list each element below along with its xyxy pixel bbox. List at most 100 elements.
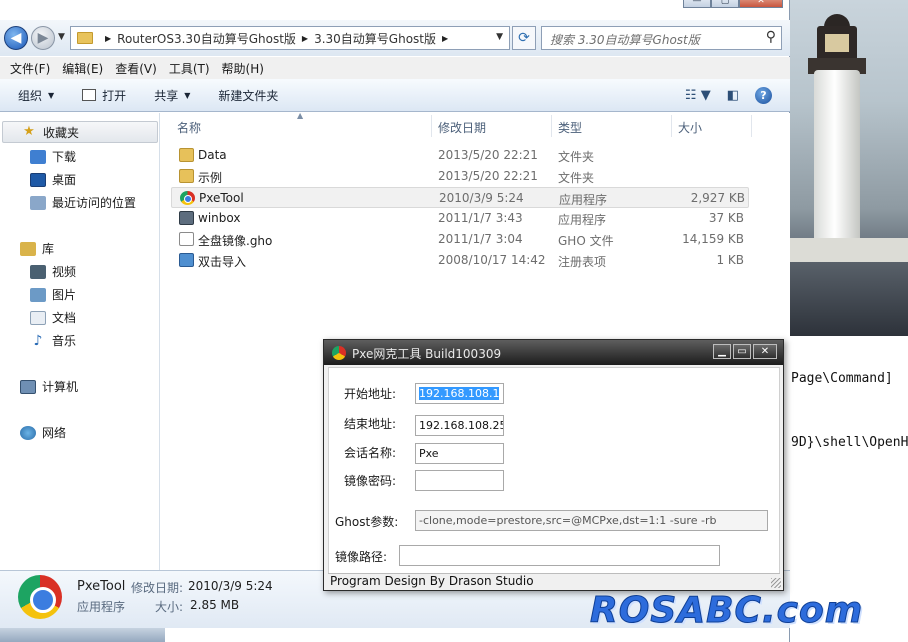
breadcrumb-item[interactable]: RouterOS3.30自动算号Ghost版 (117, 30, 296, 47)
nav-label: 文档 (52, 311, 77, 325)
details-date-label: 修改日期: (131, 581, 184, 595)
menu-edit[interactable]: 编辑(E) (56, 60, 109, 77)
start-address-label: 开始地址: (344, 387, 397, 401)
file-type: 应用程序 (559, 193, 608, 207)
file-row-data[interactable]: Data 2013/5/20 22:21 文件夹 (171, 145, 749, 166)
end-address-field[interactable]: 192.168.108.254 (415, 415, 504, 436)
image-password-field[interactable] (415, 470, 504, 491)
menu-help[interactable]: 帮助(H) (216, 60, 270, 77)
pxe-close-button[interactable]: ✕ (753, 344, 777, 359)
menu-view[interactable]: 查看(V) (109, 60, 163, 77)
pxe-form: 开始地址: 192.168.108.1 结束地址: 192.168.108.25… (328, 367, 780, 574)
nav-label: 视频 (52, 265, 77, 279)
nav-pictures[interactable]: 图片 (30, 286, 76, 303)
nav-documents[interactable]: 文档 (30, 309, 76, 326)
help-icon[interactable]: ? (755, 87, 772, 104)
nav-network[interactable]: 网络 (20, 424, 66, 441)
file-date: 2011/1/7 3:43 (438, 211, 523, 225)
nav-recent-places[interactable]: 最近访问的位置 (30, 194, 136, 211)
end-address-value: 192.168.108.254 (419, 419, 503, 432)
close-button[interactable]: ✕ (739, 0, 783, 8)
nav-videos[interactable]: 视频 (30, 263, 76, 280)
pxe-status-text: Program Design By Drason Studio (330, 574, 534, 588)
column-divider[interactable] (551, 115, 552, 137)
column-header-type[interactable]: 类型 (558, 119, 582, 136)
file-type: 文件夹 (558, 150, 595, 164)
column-divider[interactable] (671, 115, 672, 137)
chrome-icon (18, 575, 62, 619)
breadcrumb-chevron-icon[interactable]: ▶ (442, 34, 448, 43)
column-headers: ▲ 名称 修改日期 类型 大小 (161, 111, 790, 139)
file-row-registry[interactable]: 双击导入 2008/10/17 14:42 注册表项 1 KB (171, 250, 749, 271)
lighthouse-lamp (817, 26, 857, 58)
search-icon[interactable]: ⚲ (766, 29, 776, 45)
image-path-field[interactable] (399, 545, 720, 566)
address-dropdown-icon[interactable]: ▼ (496, 32, 503, 42)
documents-icon (30, 310, 46, 325)
menu-bar: 文件(F) 编辑(E) 查看(V) 工具(T) 帮助(H) (0, 57, 790, 79)
file-size: 1 KB (716, 253, 744, 267)
session-name-field[interactable]: Pxe (415, 443, 504, 464)
open-label: 打开 (102, 88, 127, 103)
pxe-maximize-button[interactable]: ▭ (733, 344, 751, 359)
breadcrumb-chevron-icon[interactable]: ▶ (105, 34, 111, 43)
details-size-value: 2.85 MB (190, 598, 240, 612)
file-type: GHO 文件 (558, 234, 614, 248)
image-password-label: 镜像密码: (344, 474, 397, 488)
recent-pages-dropdown-icon[interactable]: ▼ (58, 32, 65, 42)
recent-places-icon (30, 195, 46, 210)
console-line: 9D}\shell\OpenH (791, 435, 908, 450)
column-header-size[interactable]: 大小 (678, 119, 702, 136)
nav-downloads[interactable]: 下载 (30, 148, 76, 165)
forward-button[interactable]: ▶ (31, 26, 55, 50)
file-row-pxetool[interactable]: PxeTool 2010/3/9 5:24 应用程序 2,927 KB (171, 187, 749, 208)
pxe-minimize-button[interactable]: ▁ (713, 344, 731, 359)
file-row-winbox[interactable]: winbox 2011/1/7 3:43 应用程序 37 KB (171, 208, 749, 229)
new-folder-button[interactable]: 新建文件夹 (218, 87, 278, 104)
open-button[interactable]: 打开 (82, 87, 126, 104)
resize-grip-icon[interactable] (771, 578, 781, 588)
console-line: Page\Command] (791, 371, 893, 386)
column-header-name[interactable]: 名称 (177, 119, 201, 136)
organize-button[interactable]: 组织 ▼ (18, 87, 54, 104)
file-row-gho[interactable]: 全盘镜像.gho 2011/1/7 3:04 GHO 文件 14,159 KB (171, 229, 749, 250)
desktop-icon (30, 172, 46, 187)
breadcrumb-chevron-icon[interactable]: ▶ (302, 34, 308, 43)
preview-pane-icon[interactable]: ◧ (727, 88, 739, 103)
organize-label: 组织 (18, 88, 43, 103)
column-header-date[interactable]: 修改日期 (438, 119, 486, 136)
breadcrumb-item[interactable]: 3.30自动算号Ghost版 (314, 30, 436, 47)
nav-favorites[interactable]: ★ 收藏夹 (2, 121, 158, 143)
minimize-button[interactable]: — (683, 0, 711, 8)
details-size-label: 大小: (155, 600, 184, 614)
file-date: 2008/10/17 14:42 (438, 253, 546, 267)
pxe-title-bar[interactable]: Pxe网克工具 Build100309 ▁ ▭ ✕ (324, 340, 783, 365)
nav-desktop[interactable]: 桌面 (30, 171, 76, 188)
change-view-icon[interactable]: ☷ ▼ (685, 88, 711, 103)
share-button[interactable]: 共享 ▼ (154, 87, 190, 104)
menu-tools[interactable]: 工具(T) (163, 60, 216, 77)
file-row-examples[interactable]: 示例 2013/5/20 22:21 文件夹 (171, 166, 749, 187)
details-type: 应用程序 (77, 600, 126, 614)
menu-file[interactable]: 文件(F) (4, 60, 56, 77)
search-input[interactable]: 搜索 3.30自动算号Ghost版 ⚲ (541, 26, 782, 50)
folder-icon (77, 32, 93, 44)
folder-icon (179, 169, 194, 183)
chrome-icon (332, 346, 346, 360)
chrome-icon (180, 191, 195, 205)
nav-computer[interactable]: 计算机 (20, 378, 78, 395)
maximize-button[interactable]: ▢ (711, 0, 739, 8)
start-address-field[interactable]: 192.168.108.1 (415, 383, 504, 404)
address-path-box[interactable]: ▶ RouterOS3.30自动算号Ghost版 ▶ 3.30自动算号Ghost… (70, 26, 510, 50)
column-divider[interactable] (431, 115, 432, 137)
back-button[interactable]: ◀ (4, 26, 28, 50)
nav-music[interactable]: ♪ 音乐 (30, 332, 76, 349)
column-divider[interactable] (751, 115, 752, 137)
search-placeholder: 搜索 3.30自动算号Ghost版 (550, 33, 700, 47)
background-console-window: Page\Command] 9D}\shell\OpenH (786, 336, 908, 626)
ghost-params-field[interactable]: -clone,mode=prestore,src=@MCPxe,dst=1:1 … (415, 510, 768, 531)
ghost-params-value: -clone,mode=prestore,src=@MCPxe,dst=1:1 … (419, 514, 717, 527)
pxe-window-controls: ▁ ▭ ✕ (713, 344, 777, 359)
refresh-button[interactable]: ⟳ (512, 26, 536, 50)
nav-libraries[interactable]: 库 (20, 240, 54, 257)
